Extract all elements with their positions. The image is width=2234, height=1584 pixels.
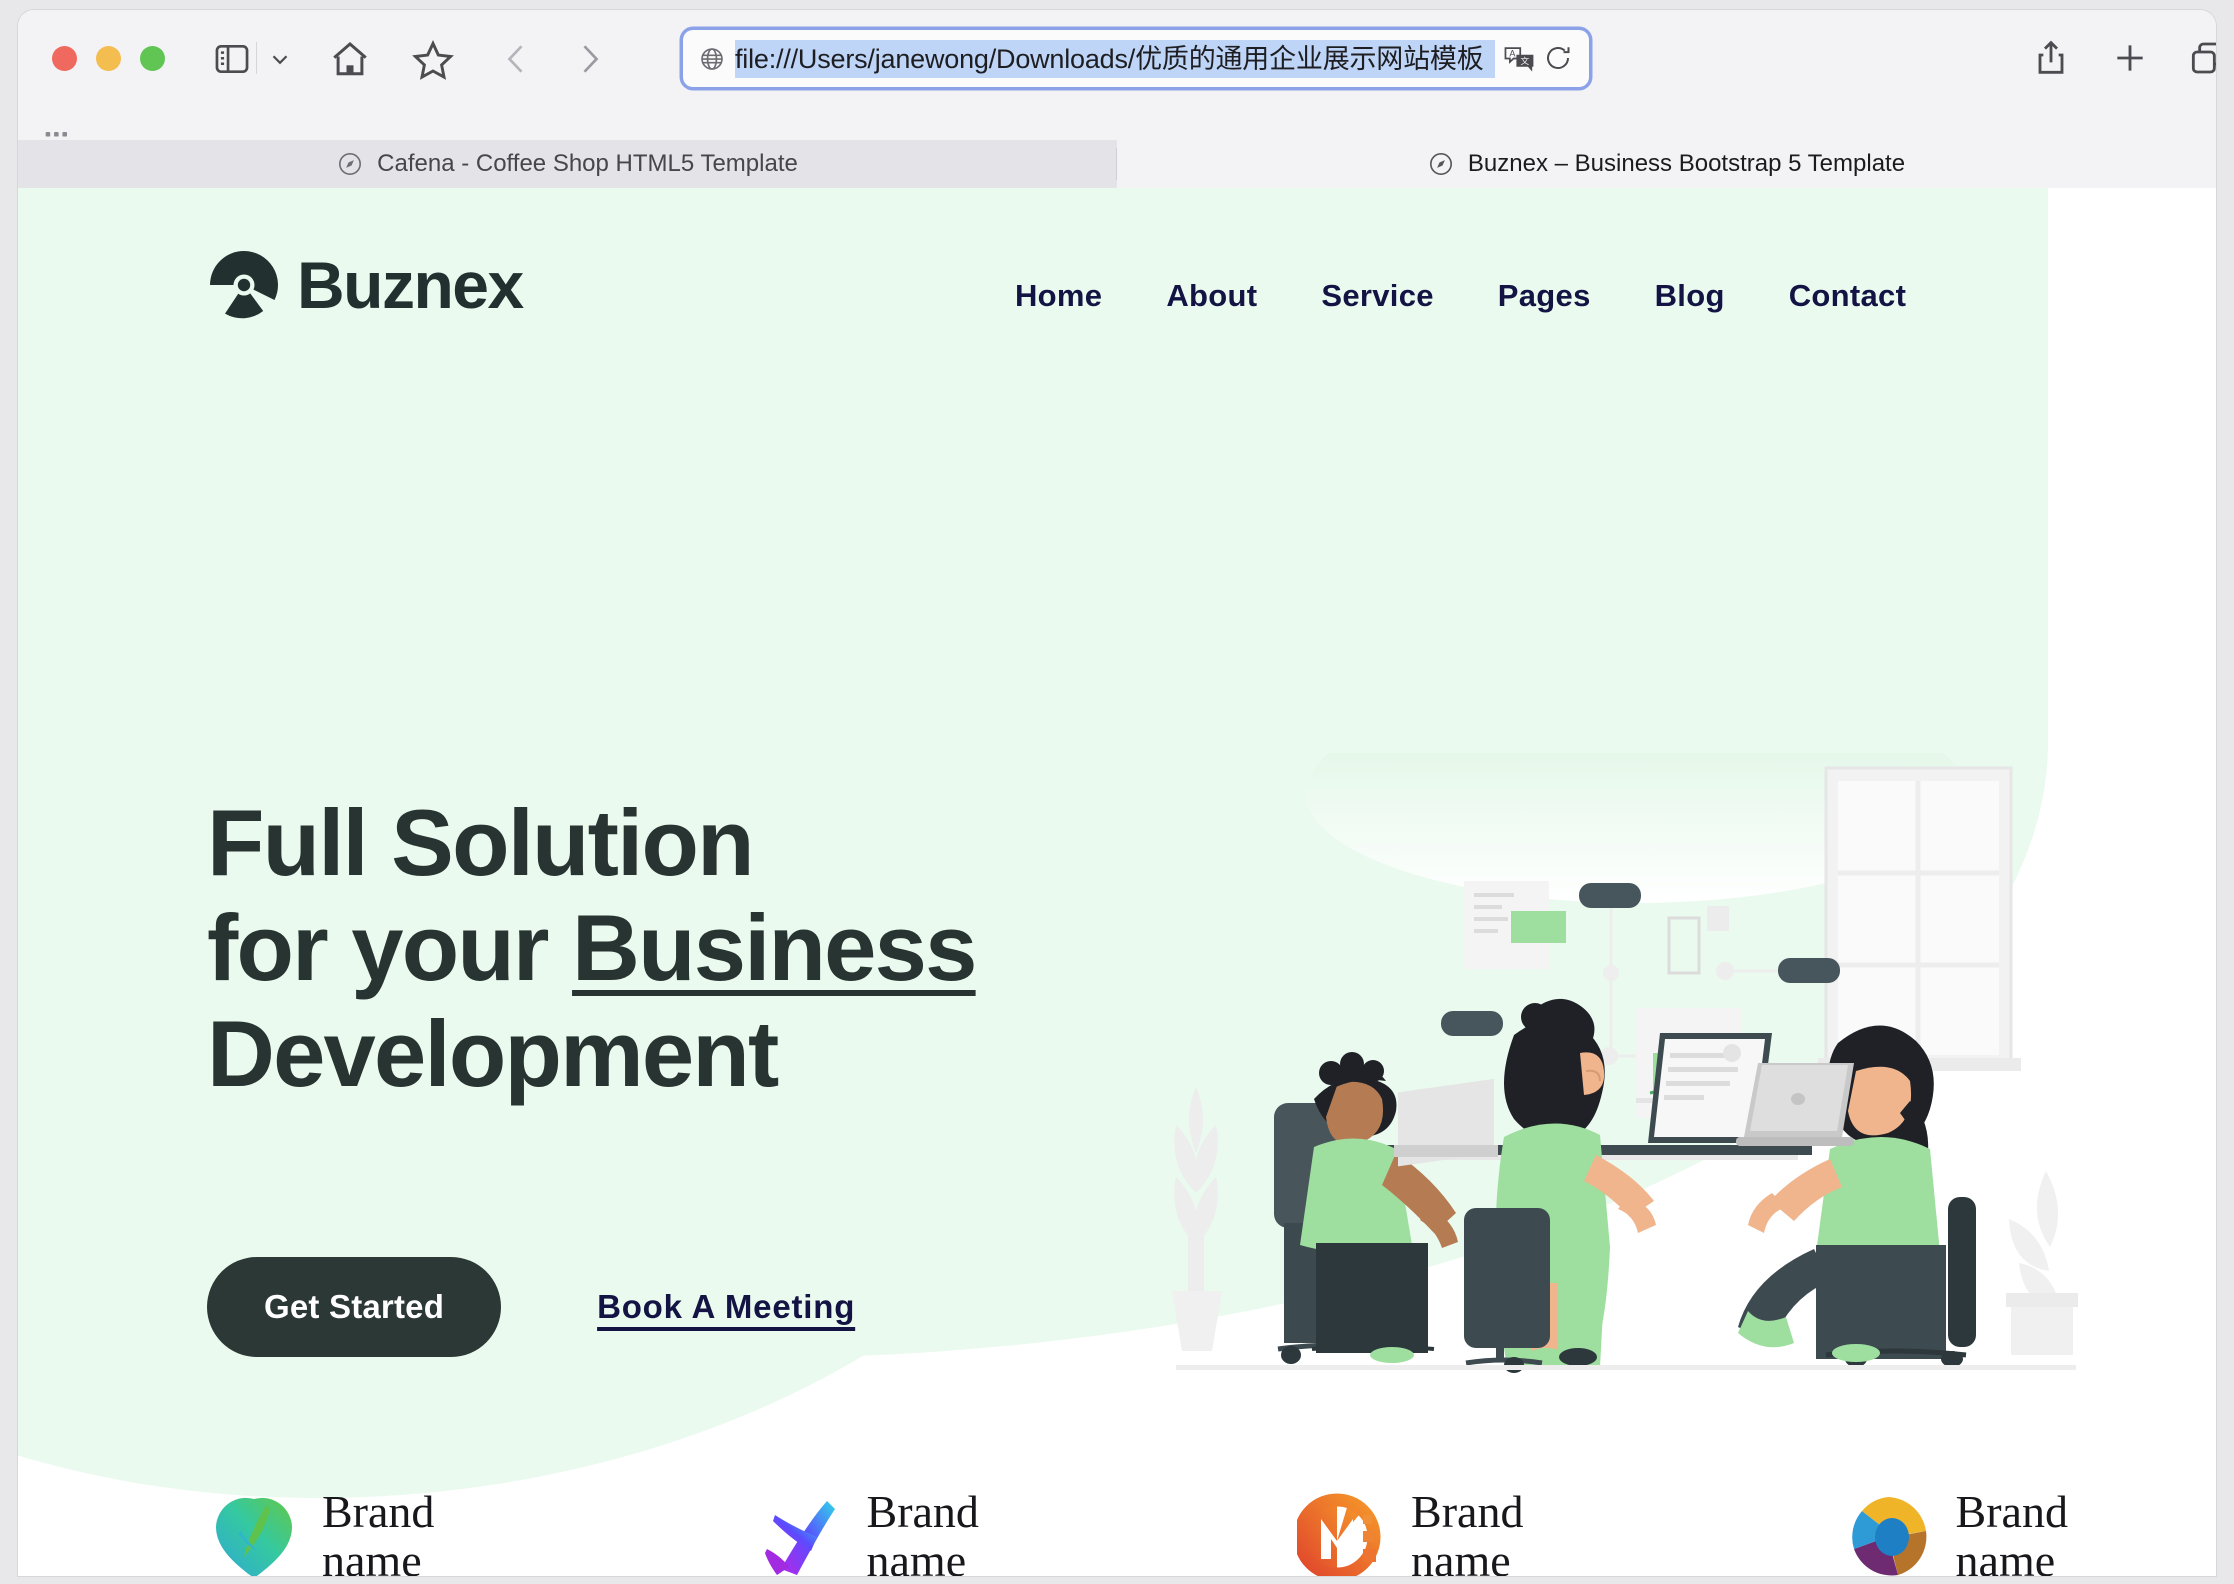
chevron-down-icon[interactable] [266, 42, 294, 76]
web-page-viewport: Buznex Home About Service Pages Blog Con… [18, 188, 2216, 1576]
brand-logo-item: Brand name [208, 1486, 435, 1576]
book-a-meeting-link[interactable]: Book A Meeting [597, 1288, 855, 1326]
back-chevron-icon[interactable] [498, 36, 536, 82]
globe-icon [699, 46, 725, 72]
translate-icon[interactable]: A 文 [1503, 43, 1535, 75]
maximize-window-button[interactable] [140, 46, 165, 71]
main-navigation: Home About Service Pages Blog Contact [983, 268, 1938, 324]
brand-logo-label: Brand name [322, 1486, 435, 1576]
forward-chevron-icon[interactable] [570, 36, 608, 82]
reload-icon[interactable] [1543, 43, 1575, 75]
buznex-logo-icon [207, 248, 281, 322]
multicolor-circle-logo-icon [1842, 1491, 1934, 1576]
browser-toolbar: file:///Users/janewong/Downloads/优质的通用企业… [18, 10, 2216, 106]
nav-item-home[interactable]: Home [983, 268, 1134, 324]
nav-item-about[interactable]: About [1134, 268, 1289, 324]
nav-item-pages[interactable]: Pages [1466, 268, 1623, 324]
brand-logo-strip: Brand name Brand name Brand name Brand n… [208, 1486, 2068, 1576]
brand-logo-label: Brand name [866, 1486, 979, 1576]
brand-logo-item: Brand name [1842, 1486, 2068, 1576]
nav-item-contact[interactable]: Contact [1757, 268, 1939, 324]
svg-text:文: 文 [1520, 55, 1529, 66]
orange-m-logo-icon [1293, 1491, 1389, 1576]
tab-strip: Cafena - Coffee Shop HTML5 Template Buzn… [18, 140, 2216, 188]
hero-line-3: Development [207, 1000, 779, 1106]
brand-logo-item: Brand name [753, 1486, 979, 1576]
site-logo-text: Buznex [297, 248, 524, 322]
tab-buznex[interactable]: Buznex – Business Bootstrap 5 Template [1117, 140, 2216, 188]
window-controls [52, 46, 165, 71]
hero-line-2-prefix: for your [207, 895, 573, 1001]
browser-window: file:///Users/janewong/Downloads/优质的通用企业… [18, 10, 2216, 1576]
compass-favicon-icon [337, 151, 363, 177]
hero-line-2-highlight: Business [572, 895, 977, 1001]
team-meeting-illustration [1166, 683, 2086, 1373]
svg-text:A: A [1509, 48, 1516, 58]
nav-item-blog[interactable]: Blog [1623, 268, 1757, 324]
home-icon[interactable] [328, 37, 372, 81]
site-header: Buznex Home About Service Pages Blog Con… [18, 188, 2216, 418]
hero-cta-row: Get Started Book A Meeting [207, 1257, 855, 1357]
leaf-drop-logo-icon [208, 1491, 300, 1576]
share-icon[interactable] [2031, 35, 2071, 81]
address-bar[interactable]: file:///Users/janewong/Downloads/优质的通用企业… [683, 30, 1589, 87]
plus-icon[interactable] [2110, 35, 2150, 81]
tab-title: Cafena - Coffee Shop HTML5 Template [377, 150, 798, 177]
sidebar-icon[interactable] [211, 38, 253, 80]
brand-logo-label: Brand name [1955, 1486, 2068, 1576]
brand-logo-item: Brand name [1293, 1486, 1524, 1576]
close-window-button[interactable] [52, 46, 77, 71]
gradient-arrow-logo-icon [753, 1491, 845, 1576]
get-started-button[interactable]: Get Started [207, 1257, 502, 1357]
compass-favicon-icon [1428, 151, 1454, 177]
toolbar-divider [256, 42, 257, 74]
tab-bar: Cafena - Coffee Shop HTML5 Template Buzn… [18, 106, 2216, 188]
hero-heading: Full Solution for your Business Developm… [207, 790, 977, 1106]
tab-title: Buznex – Business Bootstrap 5 Template [1467, 150, 1906, 177]
tab-cafena[interactable]: Cafena - Coffee Shop HTML5 Template [18, 140, 1117, 188]
brand-logo-label: Brand name [1411, 1486, 1524, 1576]
site-logo[interactable]: Buznex [207, 248, 524, 322]
minimize-window-button[interactable] [96, 46, 121, 71]
nav-item-service[interactable]: Service [1289, 268, 1465, 324]
tab-overview-icon[interactable] [2186, 35, 2216, 81]
url-input[interactable]: file:///Users/janewong/Downloads/优质的通用企业… [735, 39, 1495, 78]
hero-line-1: Full Solution [207, 790, 755, 895]
star-icon[interactable] [410, 37, 456, 83]
